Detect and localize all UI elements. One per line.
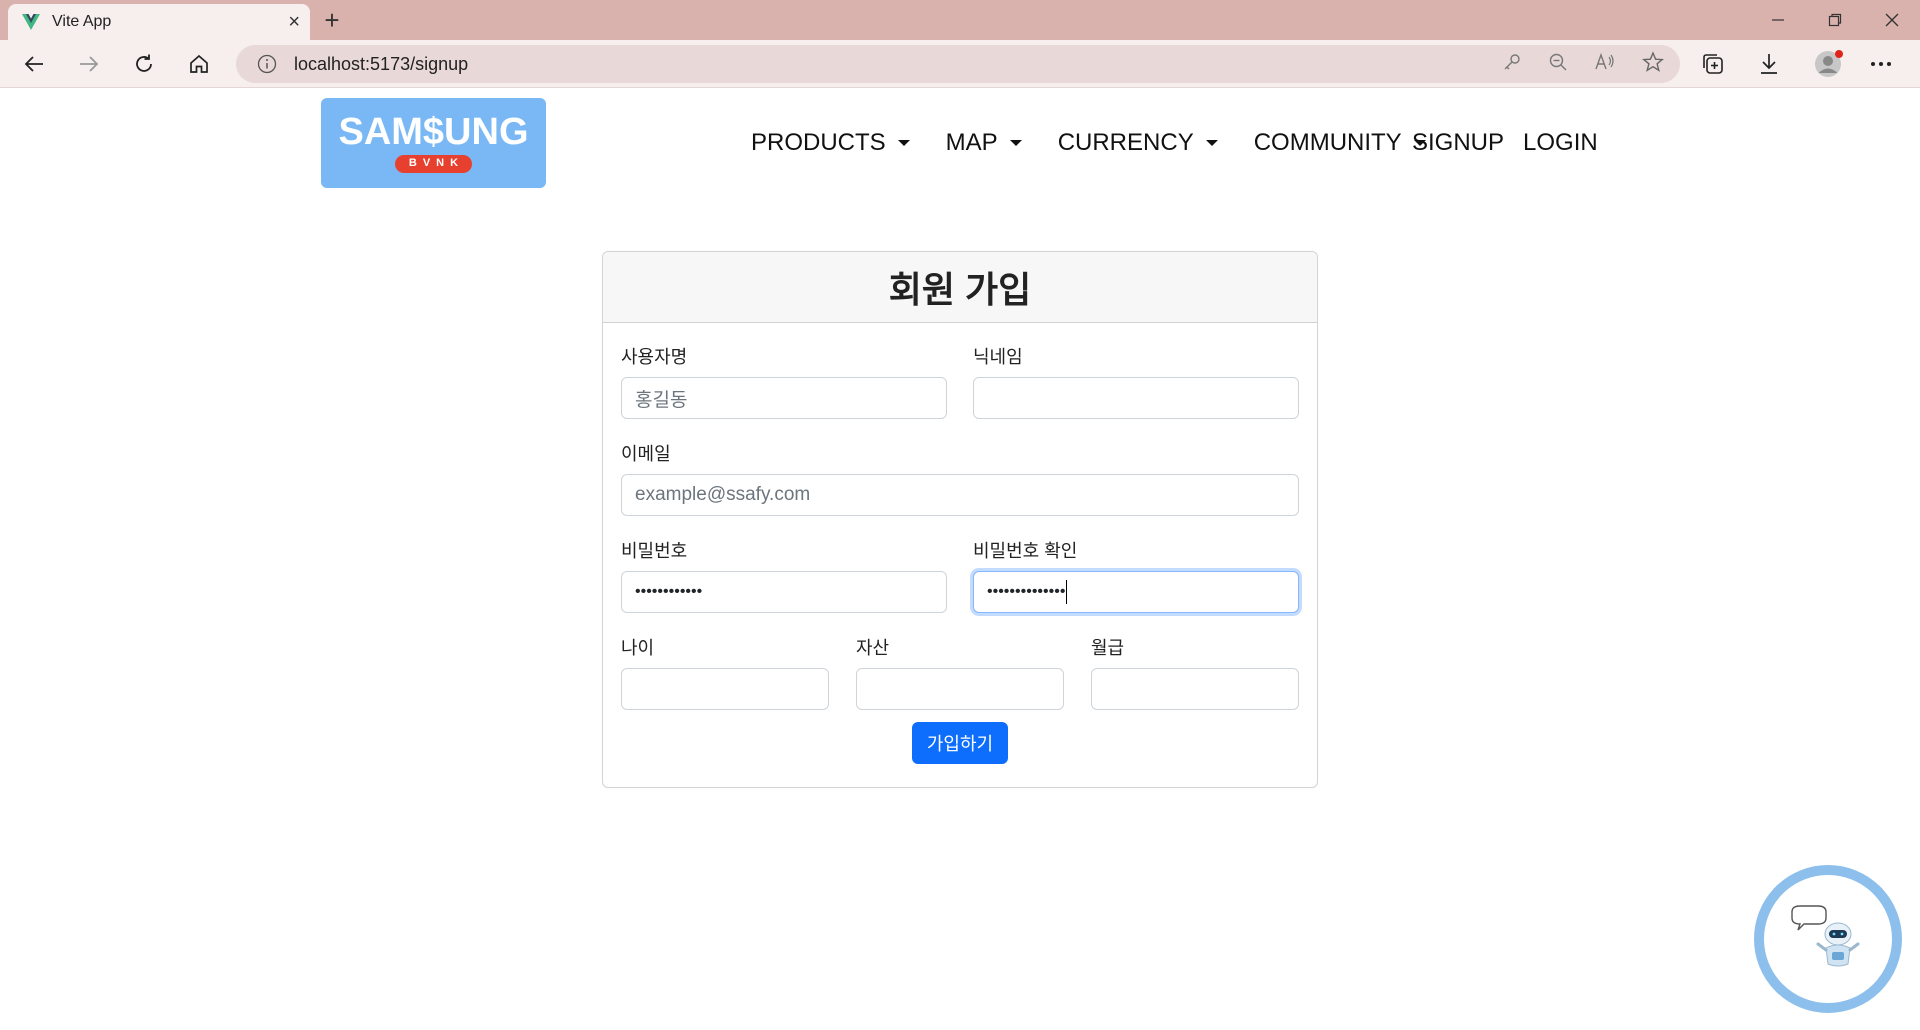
brand-logo[interactable]: SAM$UNG BVNK (321, 98, 546, 188)
window-controls (1749, 0, 1920, 40)
page-title: 회원 가입 (888, 269, 1032, 310)
close-tab-icon[interactable]: × (288, 12, 300, 32)
nav-products-dropdown[interactable]: PRODUCTS (751, 129, 910, 157)
nav-community-dropdown[interactable]: COMMUNITY (1254, 129, 1426, 157)
nav-map-label: MAP (945, 129, 998, 156)
forward-arrow-icon[interactable] (71, 46, 107, 82)
new-tab-plus-icon[interactable]: + (318, 6, 346, 34)
age-label: 나이 (621, 638, 655, 658)
info-icon[interactable] (256, 53, 278, 75)
tab-title: Vite App (52, 13, 112, 30)
caret-down-icon (1009, 140, 1022, 146)
browser-tab-bar: Vite App × + (0, 0, 1920, 40)
star-icon[interactable] (1641, 50, 1665, 78)
nav-community-label: COMMUNITY (1253, 129, 1402, 156)
nav-currency-dropdown[interactable]: CURRENCY (1058, 129, 1218, 157)
browser-toolbar: localhost:5173/signup (0, 40, 1920, 88)
card-header: 회원 가입 (603, 252, 1317, 323)
minimize-icon[interactable] (1749, 0, 1806, 40)
nickname-input[interactable] (973, 377, 1299, 419)
age-input[interactable] (621, 668, 829, 710)
caret-down-icon (1205, 140, 1218, 146)
collections-icon[interactable] (1701, 46, 1725, 82)
vue-favicon-icon (22, 13, 40, 31)
password-confirm-input[interactable]: •••••••••••••• (973, 571, 1299, 613)
signup-card: 회원 가입 사용자명 홍길동 닉네임 이메일 example@ssafy.com… (602, 251, 1318, 788)
browser-tab[interactable]: Vite App × (8, 4, 310, 40)
username-input[interactable]: 홍길동 (621, 377, 947, 419)
zoom-out-icon[interactable] (1548, 52, 1568, 77)
assets-label: 자산 (856, 638, 890, 658)
nickname-label: 닉네임 (973, 347, 1023, 367)
password-confirm-label: 비밀번호 확인 (973, 541, 1078, 561)
assets-input[interactable] (856, 668, 1064, 710)
restore-icon[interactable] (1806, 0, 1863, 40)
password-value: •••••••••••• (635, 583, 703, 600)
logo-badge: BVNK (394, 155, 473, 173)
signup-link[interactable]: SIGNUP (1412, 129, 1504, 157)
salary-label: 월급 (1091, 638, 1125, 658)
password-input[interactable]: •••••••••••• (621, 571, 947, 613)
logo-text: SAM$UNG (338, 111, 529, 154)
nav-products-label: PRODUCTS (751, 129, 886, 156)
auth-nav: SIGNUP LOGIN (1412, 129, 1598, 157)
more-icon[interactable] (1870, 46, 1892, 82)
nav-currency-label: CURRENCY (1057, 129, 1194, 156)
home-icon[interactable] (181, 46, 217, 82)
download-icon[interactable] (1758, 46, 1780, 82)
chatbot-launcher-button[interactable] (1754, 865, 1902, 1013)
chatbot-robot-icon (1791, 905, 1860, 967)
reload-icon[interactable] (126, 46, 162, 82)
password-confirm-value: •••••••••••••• (987, 583, 1066, 600)
caret-down-icon (897, 140, 910, 146)
close-window-icon[interactable] (1863, 0, 1920, 40)
salary-input[interactable] (1091, 668, 1299, 710)
page-content: SAM$UNG BVNK PRODUCTS MAP CURRENCY COMMU… (0, 89, 1920, 1030)
address-bar[interactable]: localhost:5173/signup (236, 45, 1680, 83)
email-placeholder: example@ssafy.com (635, 484, 811, 505)
signup-submit-button[interactable]: 가입하기 (912, 722, 1008, 764)
email-label: 이메일 (621, 444, 671, 464)
text-cursor (1066, 580, 1068, 604)
read-aloud-icon[interactable] (1594, 52, 1616, 77)
key-icon[interactable] (1502, 52, 1522, 77)
nav-map-dropdown[interactable]: MAP (946, 129, 1022, 157)
username-label: 사용자명 (621, 347, 688, 367)
login-link[interactable]: LOGIN (1523, 129, 1598, 157)
back-arrow-icon[interactable] (16, 46, 52, 82)
username-placeholder: 홍길동 (635, 389, 688, 411)
url-text: localhost:5173/signup (294, 53, 469, 74)
main-nav: PRODUCTS MAP CURRENCY COMMUNITY (751, 129, 1462, 157)
password-label: 비밀번호 (621, 541, 688, 561)
profile-icon[interactable] (1813, 46, 1843, 82)
email-input[interactable]: example@ssafy.com (621, 474, 1299, 516)
